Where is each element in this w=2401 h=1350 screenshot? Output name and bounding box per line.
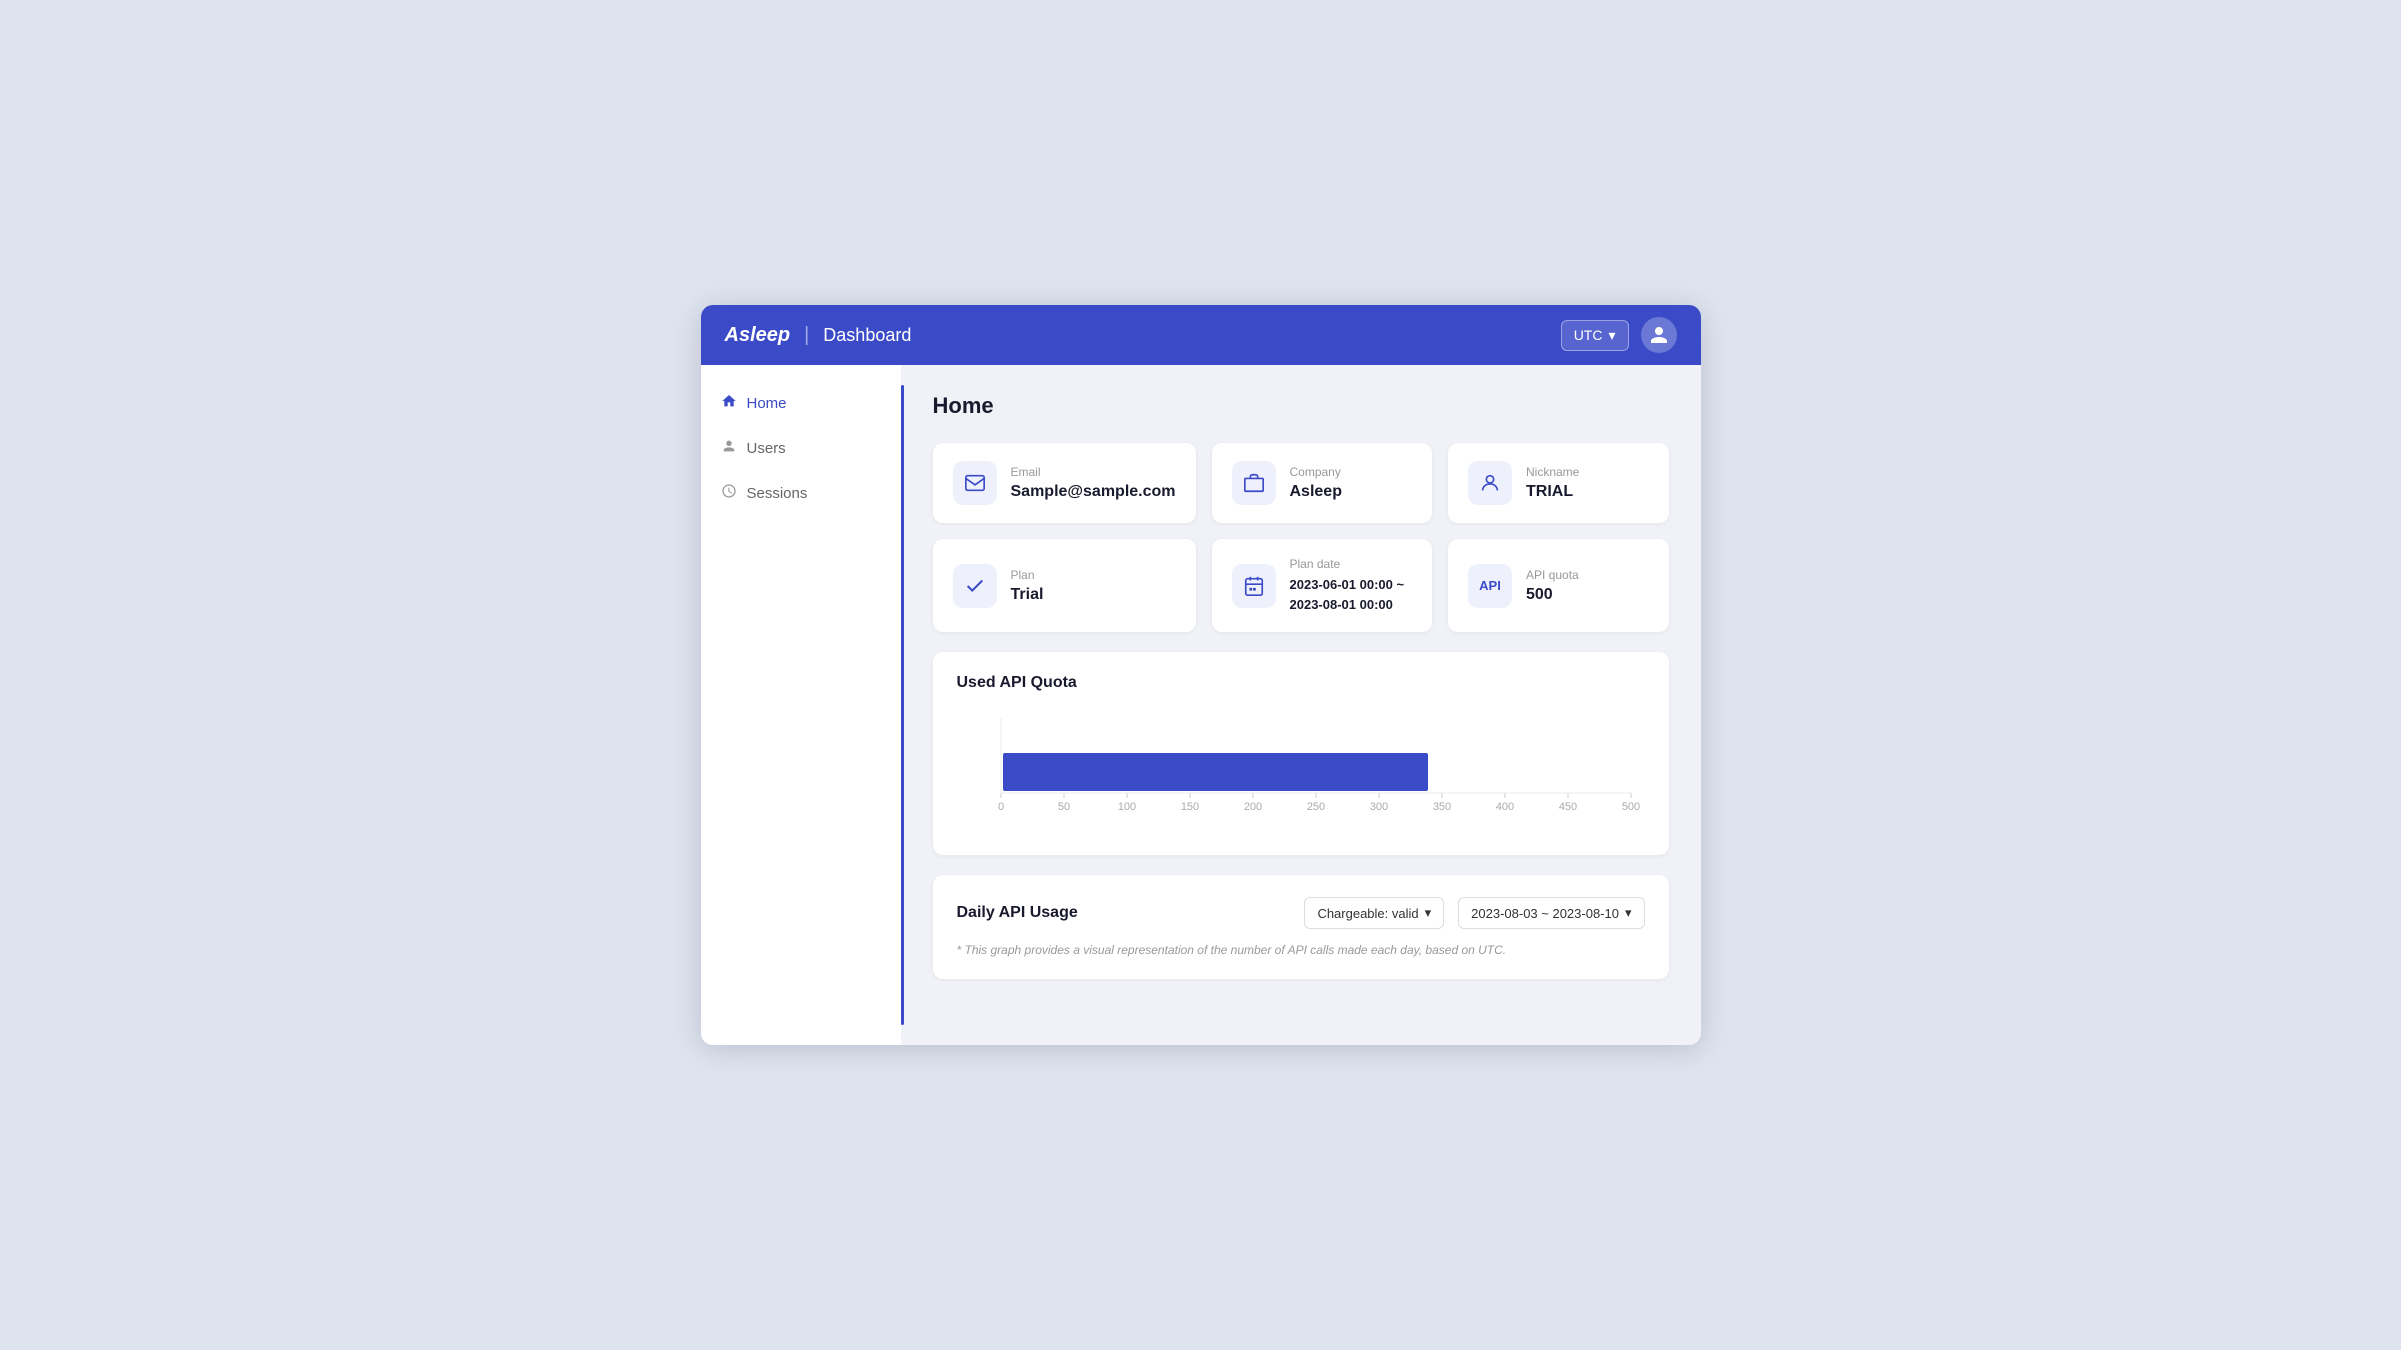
sidebar-item-users[interactable]: Users [701, 426, 901, 471]
header: Asleep | Dashboard UTC ▾ [701, 305, 1701, 365]
user-icon [1649, 325, 1669, 345]
company-card: Company Asleep [1212, 443, 1433, 523]
sidebar-home-label: Home [747, 395, 787, 412]
daily-title: Daily API Usage [957, 904, 1291, 922]
api-icon: API [1468, 564, 1512, 608]
chargeable-filter[interactable]: Chargeable: valid ▾ [1304, 897, 1444, 929]
email-icon [953, 461, 997, 505]
logo: Asleep | Dashboard [725, 324, 912, 347]
nickname-card: Nickname TRIAL [1448, 443, 1669, 523]
api-quota-content: API quota 500 [1526, 568, 1579, 604]
api-quota-chart: Used API Quota 0 50 100 150 200 250 300 … [933, 652, 1669, 855]
calendar-icon [1232, 564, 1276, 608]
nickname-value: TRIAL [1526, 483, 1579, 501]
svg-text:100: 100 [1117, 801, 1135, 813]
quota-chart-svg: 0 50 100 150 200 250 300 350 400 450 500 [957, 708, 1645, 828]
email-label: Email [1011, 465, 1176, 479]
timezone-arrow: ▾ [1608, 327, 1615, 344]
header-title: Dashboard [823, 325, 911, 346]
date-range-value: 2023-08-03 ~ 2023-08-10 [1471, 906, 1619, 921]
plan-card: Plan Trial [933, 539, 1196, 632]
date-range-selector[interactable]: 2023-08-03 ~ 2023-08-10 ▾ [1458, 897, 1644, 929]
home-icon [721, 393, 737, 414]
svg-text:400: 400 [1495, 801, 1513, 813]
svg-text:450: 450 [1558, 801, 1576, 813]
date-range-arrow: ▾ [1625, 905, 1632, 921]
chargeable-label: Chargeable: valid [1317, 906, 1418, 921]
logo-divider: | [804, 324, 809, 347]
app-window: Asleep | Dashboard UTC ▾ Home [701, 305, 1701, 1045]
chart-title: Used API Quota [957, 674, 1645, 692]
plan-date-line2: 2023-08-01 00:00 [1290, 597, 1393, 612]
logo-text: Asleep [725, 324, 791, 347]
users-icon [721, 438, 737, 459]
daily-note: * This graph provides a visual represent… [957, 943, 1645, 957]
plan-label: Plan [1011, 568, 1044, 582]
plan-content: Plan Trial [1011, 568, 1044, 604]
svg-text:250: 250 [1306, 801, 1324, 813]
svg-text:500: 500 [1621, 801, 1639, 813]
company-label: Company [1290, 465, 1342, 479]
svg-text:200: 200 [1243, 801, 1261, 813]
company-value: Asleep [1290, 483, 1342, 501]
info-cards-grid: Email Sample@sample.com Company [933, 443, 1669, 632]
plan-date-card: Plan date 2023-06-01 00:00 ~ 2023-08-01 … [1212, 539, 1433, 632]
layout: Home Users Sessions Home [701, 365, 1701, 1045]
sidebar-item-sessions[interactable]: Sessions [701, 471, 901, 516]
sidebar-sessions-label: Sessions [747, 485, 808, 502]
api-quota-label: API quota [1526, 568, 1579, 582]
svg-text:300: 300 [1369, 801, 1387, 813]
sidebar: Home Users Sessions [701, 365, 901, 1045]
plan-icon [953, 564, 997, 608]
email-card: Email Sample@sample.com [933, 443, 1196, 523]
email-value: Sample@sample.com [1011, 483, 1176, 501]
timezone-value: UTC [1574, 327, 1603, 343]
sidebar-item-home[interactable]: Home [701, 381, 901, 426]
api-quota-card: API API quota 500 [1448, 539, 1669, 632]
daily-api-section: Daily API Usage Chargeable: valid ▾ 2023… [933, 875, 1669, 979]
svg-text:350: 350 [1432, 801, 1450, 813]
plan-date-line1: 2023-06-01 00:00 ~ [1290, 577, 1405, 592]
sidebar-users-label: Users [747, 440, 786, 457]
nickname-content: Nickname TRIAL [1526, 465, 1579, 501]
nickname-icon [1468, 461, 1512, 505]
plan-date-label: Plan date [1290, 557, 1405, 571]
nickname-label: Nickname [1526, 465, 1579, 479]
timezone-selector[interactable]: UTC ▾ [1561, 320, 1629, 351]
email-content: Email Sample@sample.com [1011, 465, 1176, 501]
user-avatar[interactable] [1641, 317, 1677, 353]
company-icon [1232, 461, 1276, 505]
svg-text:50: 50 [1057, 801, 1069, 813]
plan-value: Trial [1011, 586, 1044, 604]
plan-date-value: 2023-06-01 00:00 ~ 2023-08-01 00:00 [1290, 575, 1405, 614]
company-content: Company Asleep [1290, 465, 1342, 501]
svg-text:150: 150 [1180, 801, 1198, 813]
plan-date-content: Plan date 2023-06-01 00:00 ~ 2023-08-01 … [1290, 557, 1405, 614]
sessions-icon [721, 483, 737, 504]
api-quota-value: 500 [1526, 586, 1579, 604]
page-title: Home [933, 393, 1669, 419]
chargeable-arrow: ▾ [1425, 905, 1432, 921]
main-content: Home Email Sample@sample.com [901, 365, 1701, 1045]
svg-text:0: 0 [997, 801, 1003, 813]
daily-header: Daily API Usage Chargeable: valid ▾ 2023… [957, 897, 1645, 929]
header-right: UTC ▾ [1561, 317, 1677, 353]
